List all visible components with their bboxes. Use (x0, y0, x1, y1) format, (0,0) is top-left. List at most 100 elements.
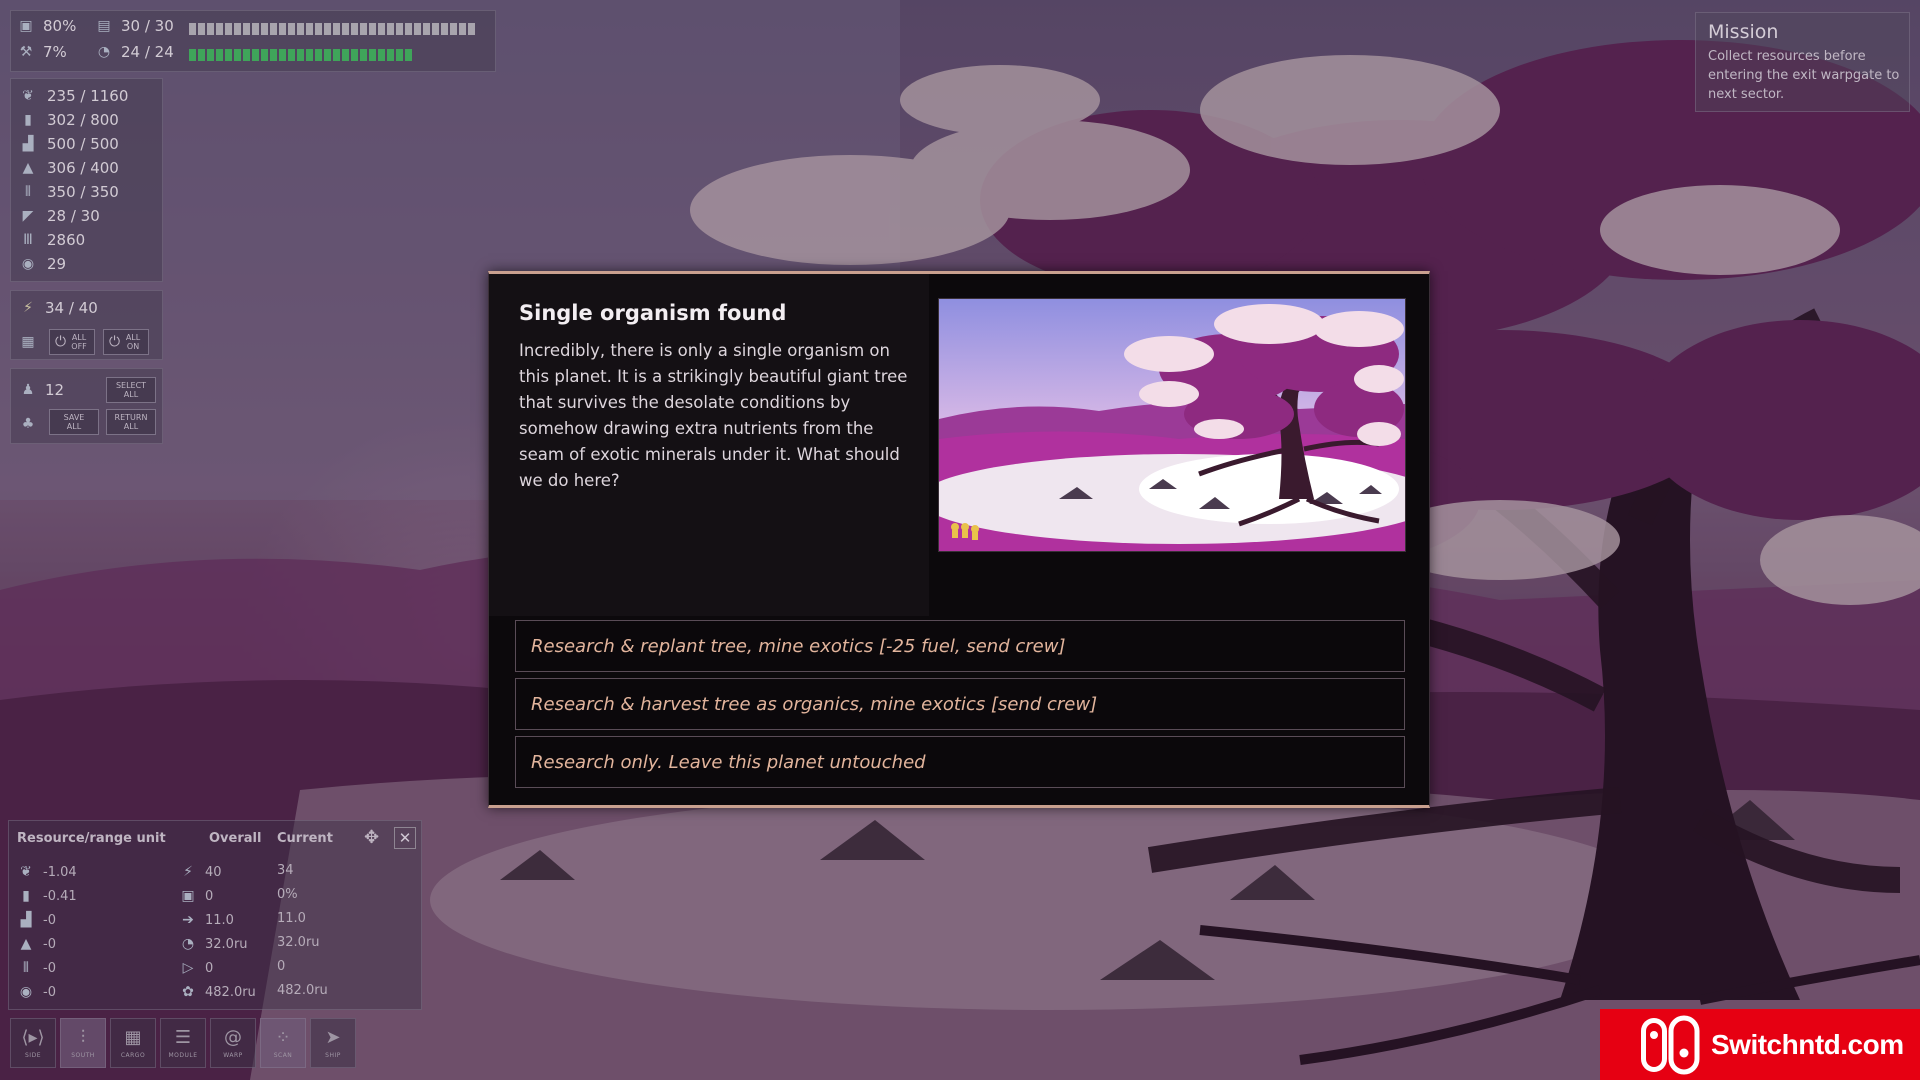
bar-segment (432, 23, 439, 35)
resource-row: ▲ 306 / 400 (19, 159, 119, 177)
overall-value: 482.0ru (205, 984, 256, 1000)
module-icon: ▦ (21, 334, 35, 350)
bar-segment (369, 49, 376, 61)
toolbar-button-scan[interactable]: ⁘ SCAN (260, 1018, 306, 1068)
range-current: 0% (277, 887, 298, 902)
bar-segment (288, 49, 295, 61)
toolbar-button-side[interactable]: ⟨▸⟩ SIDE (10, 1018, 56, 1068)
current-value: 0 (277, 959, 286, 974)
stat-icon: ◔ (181, 936, 195, 952)
resource-row: ▮ 302 / 800 (19, 111, 119, 129)
all-on-button[interactable]: ⏻ ALL ON (103, 329, 149, 355)
bar-segment (306, 23, 313, 35)
hull-icon: ▣ (19, 18, 33, 34)
resource-value: 306 / 400 (47, 159, 119, 177)
bar-segment (225, 23, 232, 35)
bar-segment (369, 23, 376, 35)
bar-segment (252, 49, 259, 61)
current-value: 32.0ru (277, 935, 320, 950)
close-icon[interactable]: ✕ (394, 827, 416, 849)
range-current: 11.0 (277, 911, 306, 926)
exotics-icon: ▲ (22, 160, 34, 176)
bar-segment (279, 23, 286, 35)
bottom-toolbar: ⟨▸⟩ SIDE ⫶ SOUTH ▦ CARGO ☰ MODULE @ WARP ⁘ SCAN ➤ SHI… (10, 1018, 356, 1070)
choice-research-only[interactable]: Research only. Leave this planet untouch… (515, 736, 1405, 788)
toolbar-button-ship[interactable]: ➤ SHIP (310, 1018, 356, 1068)
resource-value: 500 / 500 (47, 135, 119, 153)
dialog-title: Single organism found (519, 301, 787, 325)
resource-value: 350 / 350 (47, 183, 119, 201)
bar-segment (288, 23, 295, 35)
power-icon: ⏻ (108, 333, 121, 350)
stat-icon: ▣ (181, 888, 195, 904)
cargo-stat: ▤ 30 / 30 (95, 17, 174, 35)
toolbar-icon: ▦ (124, 1027, 142, 1048)
bar-segment (396, 49, 403, 61)
bar-segment (468, 23, 475, 35)
select-all-button[interactable]: SELECT ALL (106, 377, 156, 403)
current-value: 482.0ru (277, 983, 328, 998)
current-value: 0% (277, 887, 298, 902)
damage-icon: ⚒ (19, 44, 33, 60)
move-icon[interactable]: ✥ (364, 827, 379, 848)
cargo-value: 30 / 30 (121, 17, 174, 35)
resource-row: ◉ 29 (19, 255, 66, 273)
resource-row: ❦ 235 / 1160 (19, 87, 128, 105)
choice-replant-tree[interactable]: Research & replant tree, mine exotics [-… (515, 620, 1405, 672)
toolbar-button-module[interactable]: ☰ MODULE (160, 1018, 206, 1068)
choice-harvest-tree[interactable]: Research & harvest tree as organics, min… (515, 678, 1405, 730)
bar-segment (207, 49, 214, 61)
bar-segment (351, 23, 358, 35)
resource-icon: ⦀ (22, 960, 30, 976)
crew-panel: ♟ 12 SELECT ALL ♣ SAVE ALL RETURN ALL (10, 368, 163, 444)
bar-segment (360, 23, 367, 35)
range-overall: ✿ 482.0ru (179, 983, 256, 1001)
all-off-button[interactable]: ⏻ ALL OFF (49, 329, 95, 355)
bar-segment (189, 23, 196, 35)
toolbar-button-warp[interactable]: @ WARP (210, 1018, 256, 1068)
resource-value: 302 / 800 (47, 111, 119, 129)
range-rate: ⦀ -0 (17, 959, 56, 977)
bar-segment (378, 23, 385, 35)
resource-icon: ▟ (20, 912, 32, 928)
range-overall: ▷ 0 (179, 959, 214, 977)
bar-segment (207, 23, 214, 35)
all-on-label: ALL ON (125, 333, 141, 351)
bar-segment (450, 23, 457, 35)
bar-segment (261, 23, 268, 35)
credits-icon: Ⅲ (23, 232, 33, 248)
bar-segment (216, 49, 223, 61)
overall-value: 11.0 (205, 912, 234, 928)
toolbar-button-south[interactable]: ⫶ SOUTH (60, 1018, 106, 1068)
hull-stat: ▣ 80% (17, 17, 76, 35)
tree-icon: ♣ (21, 416, 35, 432)
bar-segment (243, 23, 250, 35)
event-illustration (938, 298, 1406, 552)
watermark-text: Switchntd.com (1711, 1029, 1904, 1060)
bar-segment (198, 49, 205, 61)
overall-value: 0 (205, 960, 214, 976)
bar-segment (387, 49, 394, 61)
stat-icon: ➔ (182, 912, 194, 928)
bar-segment (306, 49, 313, 61)
save-all-button[interactable]: SAVE ALL (49, 409, 99, 435)
select-all-label: SELECT ALL (115, 381, 147, 399)
metal-icon: ▟ (22, 136, 34, 152)
return-all-button[interactable]: RETURN ALL (106, 409, 156, 435)
bar-segment (423, 23, 430, 35)
event-dialog: Single organism found Incredibly, there … (488, 271, 1430, 808)
toolbar-button-cargo[interactable]: ▦ CARGO (110, 1018, 156, 1068)
bar-segment (405, 49, 412, 61)
resource-row: ⦀ 350 / 350 (19, 183, 119, 201)
fuel-value: 24 / 24 (121, 43, 174, 61)
bar-segment (333, 49, 340, 61)
power-icon: ⏻ (54, 333, 67, 350)
range-current: 32.0ru (277, 935, 320, 950)
bar-segment (270, 23, 277, 35)
stat-icon: ▷ (182, 960, 194, 976)
stat-icon: ✿ (182, 984, 194, 1000)
overall-value: 40 (205, 864, 222, 880)
toolbar-label: WARP (223, 1052, 243, 1059)
bar-segment (342, 49, 349, 61)
bar-segment (252, 23, 259, 35)
